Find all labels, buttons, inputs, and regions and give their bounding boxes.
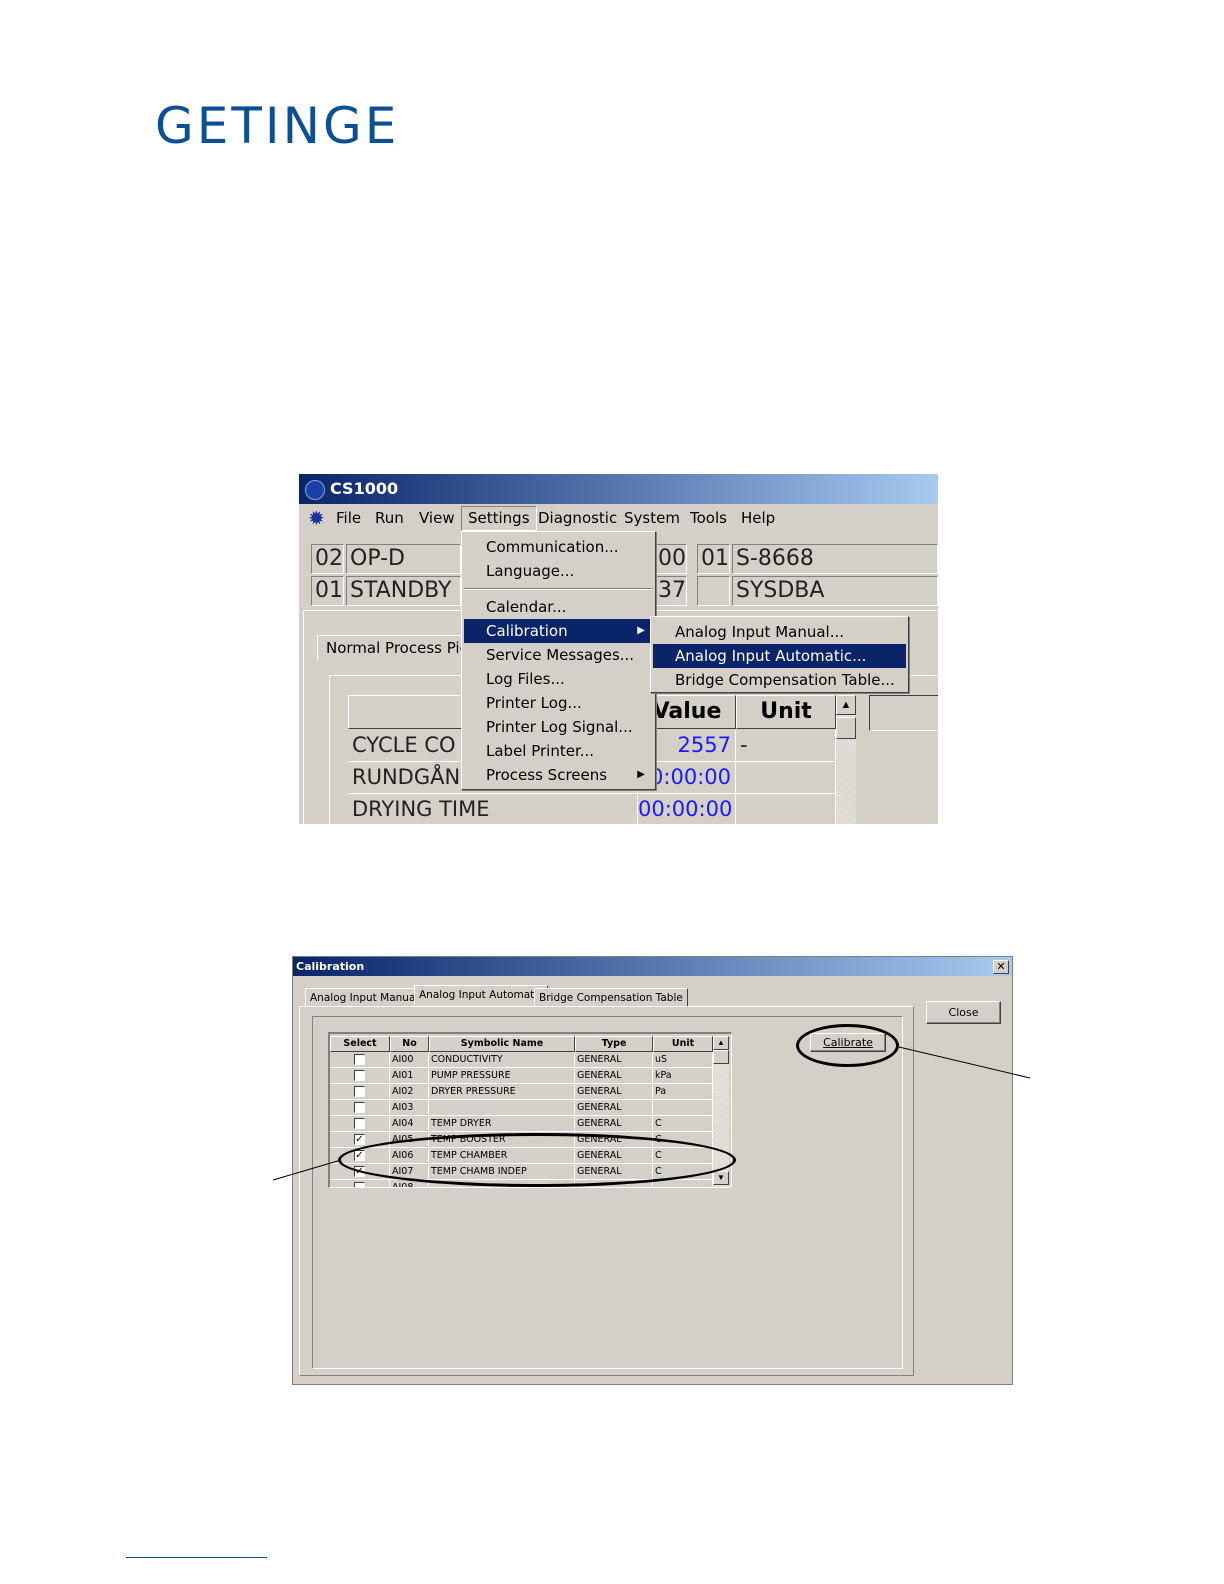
- footer-rule: [126, 1557, 267, 1558]
- callout-line-rows: [272, 1159, 342, 1181]
- callout-line-calibrate: [898, 1046, 1031, 1079]
- callout-lines: [272, 1046, 1031, 1181]
